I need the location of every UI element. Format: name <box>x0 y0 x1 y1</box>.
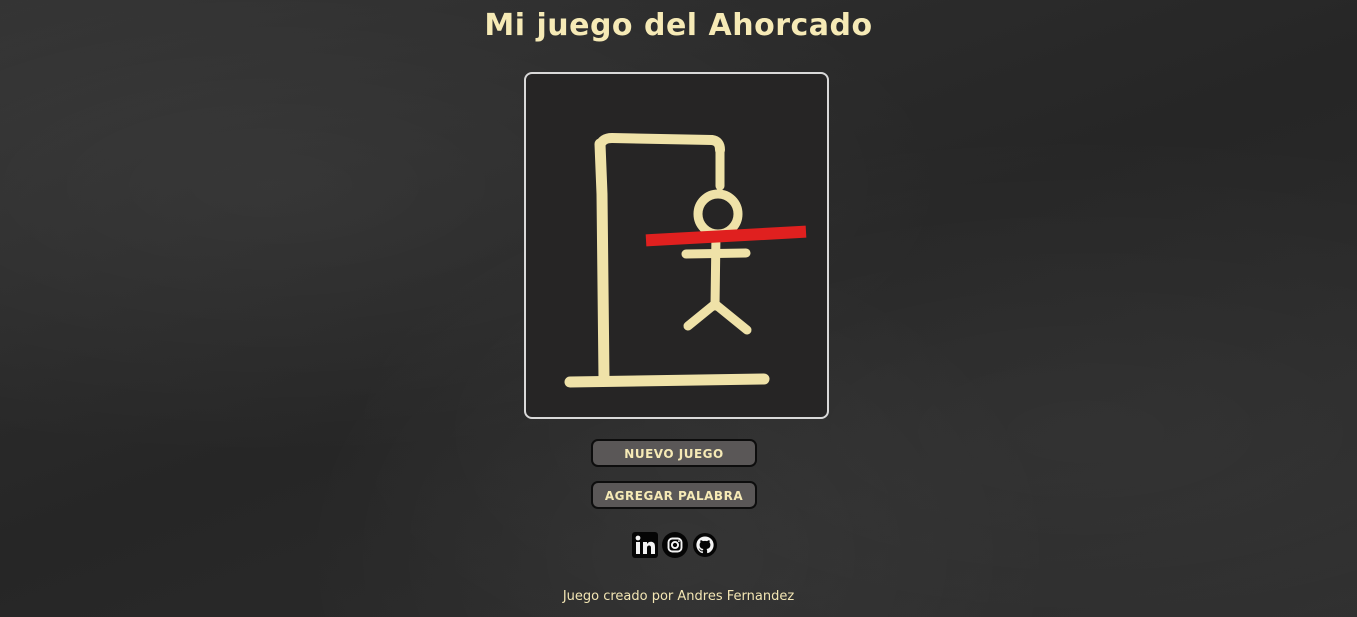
add-word-button[interactable]: AGREGAR PALABRA <box>591 481 757 509</box>
page-title: Mi juego del Ahorcado <box>484 8 873 43</box>
hangman-head <box>693 189 743 239</box>
hangman-arms <box>681 248 751 259</box>
hangman-drawing <box>564 133 807 388</box>
hangman-right-leg <box>710 299 752 335</box>
hangman-body <box>710 229 721 311</box>
gallows-pole <box>594 138 610 385</box>
hangman-left-leg <box>683 299 720 331</box>
new-game-button[interactable]: NUEVO JUEGO <box>591 439 757 467</box>
github-icon[interactable] <box>692 532 718 558</box>
instagram-icon[interactable] <box>662 532 688 558</box>
social-links <box>632 532 722 560</box>
footer-credit: Juego creado por Andres Fernandez <box>562 589 795 604</box>
strike-line <box>645 225 807 247</box>
gallows-beam <box>595 133 725 155</box>
linkedin-icon[interactable] <box>632 532 658 558</box>
hangman-board <box>524 72 829 419</box>
